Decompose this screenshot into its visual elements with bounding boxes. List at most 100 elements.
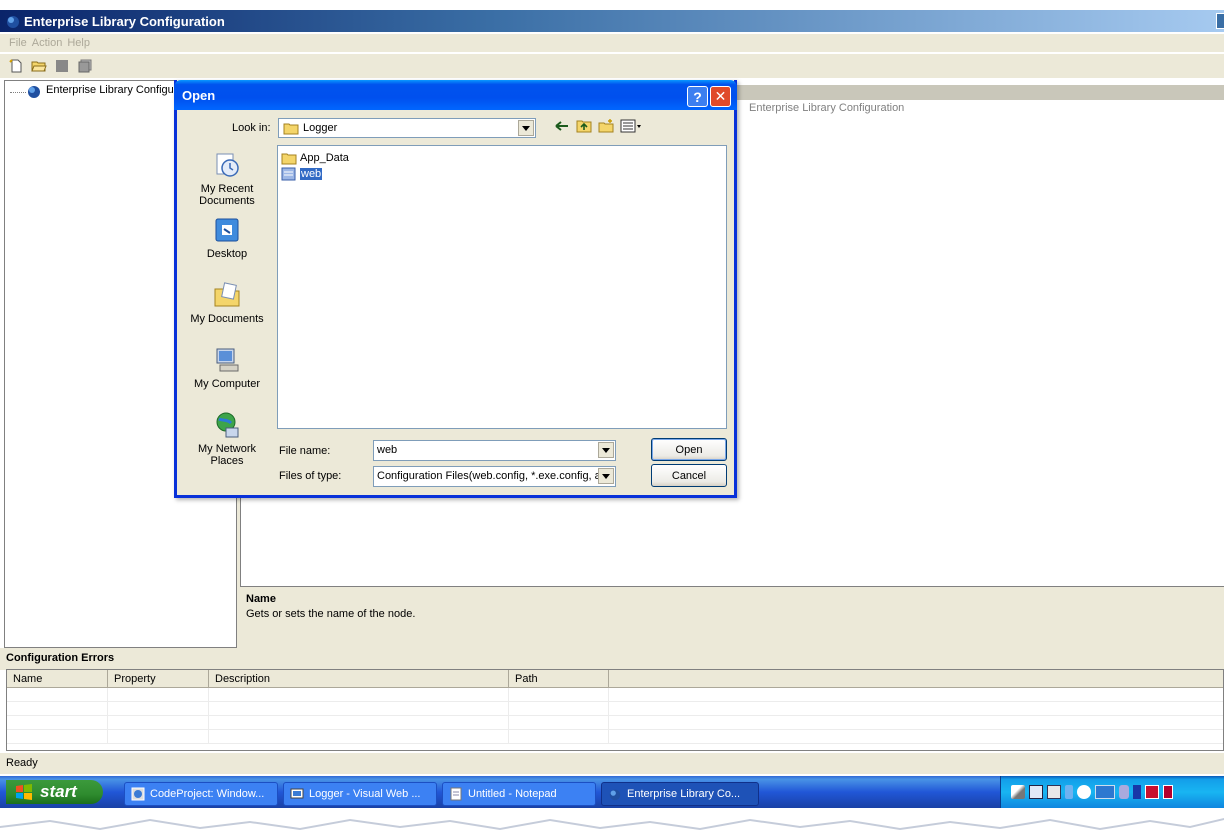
config-file-icon <box>281 167 296 181</box>
acrobat-icon[interactable] <box>1145 785 1159 799</box>
start-label: start <box>40 782 77 801</box>
files-of-type-value: Configuration Files(web.config, *.exe.co… <box>377 470 607 482</box>
configuration-node-icon <box>28 86 40 98</box>
files-of-type-label: Files of type: <box>279 470 342 482</box>
notepad-icon <box>450 787 462 801</box>
help-button[interactable]: ? <box>687 86 708 107</box>
menu-action[interactable]: Action <box>32 37 68 49</box>
list-item-web[interactable]: web <box>281 166 324 182</box>
browser-icon <box>131 787 145 801</box>
chevron-down-icon[interactable] <box>598 442 614 458</box>
task-button-enterprise-library[interactable]: Enterprise Library Co... <box>601 782 759 806</box>
antivirus-icon[interactable] <box>1163 785 1173 799</box>
open-dialog-title: Open <box>182 87 216 103</box>
configuration-errors-table[interactable]: Name Property Description Path <box>6 669 1224 751</box>
app-title: Enterprise Library Configuration <box>24 13 225 29</box>
list-item-app-data[interactable]: App_Data <box>281 150 351 166</box>
enterprise-library-icon <box>609 789 621 801</box>
table-row <box>7 688 1223 702</box>
task-button-visual-web[interactable]: Logger - Visual Web ... <box>283 782 437 806</box>
windows-logo-icon <box>16 784 32 800</box>
column-header-property[interactable]: Property <box>108 670 209 687</box>
open-folder-icon[interactable] <box>30 58 47 75</box>
minimize-button[interactable] <box>1216 13 1224 29</box>
open-button[interactable]: Open <box>651 438 727 461</box>
menu-file[interactable]: File <box>0 37 32 49</box>
views-menu-icon[interactable] <box>620 119 642 133</box>
new-folder-icon[interactable] <box>598 119 614 133</box>
file-name-value: web <box>377 444 398 456</box>
start-button[interactable]: start <box>6 780 103 804</box>
expand-tray-icon[interactable] <box>1077 785 1091 799</box>
file-name-label: File name: <box>279 445 331 457</box>
chevron-down-icon[interactable] <box>598 468 614 484</box>
network-places-icon <box>216 412 239 438</box>
new-icon[interactable] <box>7 58 24 75</box>
task-button-notepad[interactable]: Untitled - Notepad <box>442 782 596 806</box>
look-in-combo[interactable]: Logger <box>278 118 536 138</box>
configuration-errors-title: Configuration Errors <box>6 652 115 664</box>
menu-bar: File Action Help <box>0 34 1224 52</box>
app-title-bar[interactable]: Enterprise Library Configuration <box>0 10 1224 32</box>
recent-documents-icon <box>216 153 239 177</box>
properties-header-bar <box>732 85 1224 100</box>
save-all-icon[interactable] <box>76 58 93 75</box>
column-header-name[interactable]: Name <box>7 670 108 687</box>
file-name-input[interactable]: web <box>373 440 616 461</box>
place-my-recent-documents[interactable]: My Recent Documents <box>186 150 268 207</box>
place-desktop[interactable]: Desktop <box>186 215 268 260</box>
menu-help[interactable]: Help <box>67 37 95 49</box>
desktop-icon <box>215 218 239 242</box>
pen-icon[interactable] <box>1011 785 1025 799</box>
folder-icon <box>281 153 297 164</box>
status-bar <box>0 752 1224 774</box>
property-help-name: Name <box>246 593 276 605</box>
file-name: App_Data <box>300 152 349 164</box>
tree-root-node[interactable]: Enterprise Library Configura <box>46 84 184 96</box>
table-row <box>7 730 1223 744</box>
column-header-path[interactable]: Path <box>509 670 609 687</box>
file-name: web <box>300 168 323 180</box>
network-icon[interactable] <box>1095 785 1115 799</box>
help-tray-icon[interactable] <box>1047 785 1061 799</box>
bluetooth-icon[interactable] <box>1065 785 1073 799</box>
enterprise-library-icon <box>7 16 19 28</box>
place-my-network-places[interactable]: My Network Places <box>186 410 268 467</box>
my-documents-icon <box>214 282 240 307</box>
errors-table-header: Name Property Description Path <box>7 670 1223 688</box>
open-dialog-title-bar[interactable]: Open <box>174 80 737 110</box>
column-header-description[interactable]: Description <box>209 670 509 687</box>
torn-edge-decoration <box>0 808 1224 836</box>
place-my-documents[interactable]: My Documents <box>186 280 268 325</box>
dialog-navigation-tools <box>554 119 642 133</box>
monitor-icon[interactable] <box>1029 785 1043 799</box>
task-label: Logger - Visual Web ... <box>309 788 421 800</box>
visual-studio-icon <box>290 788 304 799</box>
table-row <box>7 716 1223 730</box>
close-button[interactable]: ✕ <box>710 86 731 107</box>
toolbar <box>0 54 1224 78</box>
task-label: Untitled - Notepad <box>468 788 557 800</box>
status-text: Ready <box>6 757 38 769</box>
up-folder-icon[interactable] <box>576 119 592 133</box>
look-in-label: Look in: <box>232 122 271 134</box>
chevron-down-icon[interactable] <box>518 120 534 136</box>
task-label: Enterprise Library Co... <box>627 788 741 800</box>
system-tray <box>1000 776 1224 808</box>
errors-strip <box>0 648 1224 670</box>
save-icon[interactable] <box>53 58 70 75</box>
security-icon[interactable] <box>1133 785 1141 799</box>
volume-icon[interactable] <box>1119 785 1129 799</box>
back-arrow-icon[interactable] <box>554 119 570 133</box>
files-of-type-select[interactable]: Configuration Files(web.config, *.exe.co… <box>373 466 616 487</box>
look-in-value: Logger <box>303 122 338 134</box>
my-computer-icon <box>216 348 239 372</box>
cancel-button[interactable]: Cancel <box>651 464 727 487</box>
task-label: CodeProject: Window... <box>150 788 265 800</box>
task-button-codeproject[interactable]: CodeProject: Window... <box>124 782 278 806</box>
table-row <box>7 702 1223 716</box>
folder-icon <box>283 123 299 134</box>
place-my-computer[interactable]: My Computer <box>186 345 268 390</box>
property-help-description: Gets or sets the name of the node. <box>246 608 416 620</box>
file-list[interactable]: App_Data web <box>277 145 727 429</box>
